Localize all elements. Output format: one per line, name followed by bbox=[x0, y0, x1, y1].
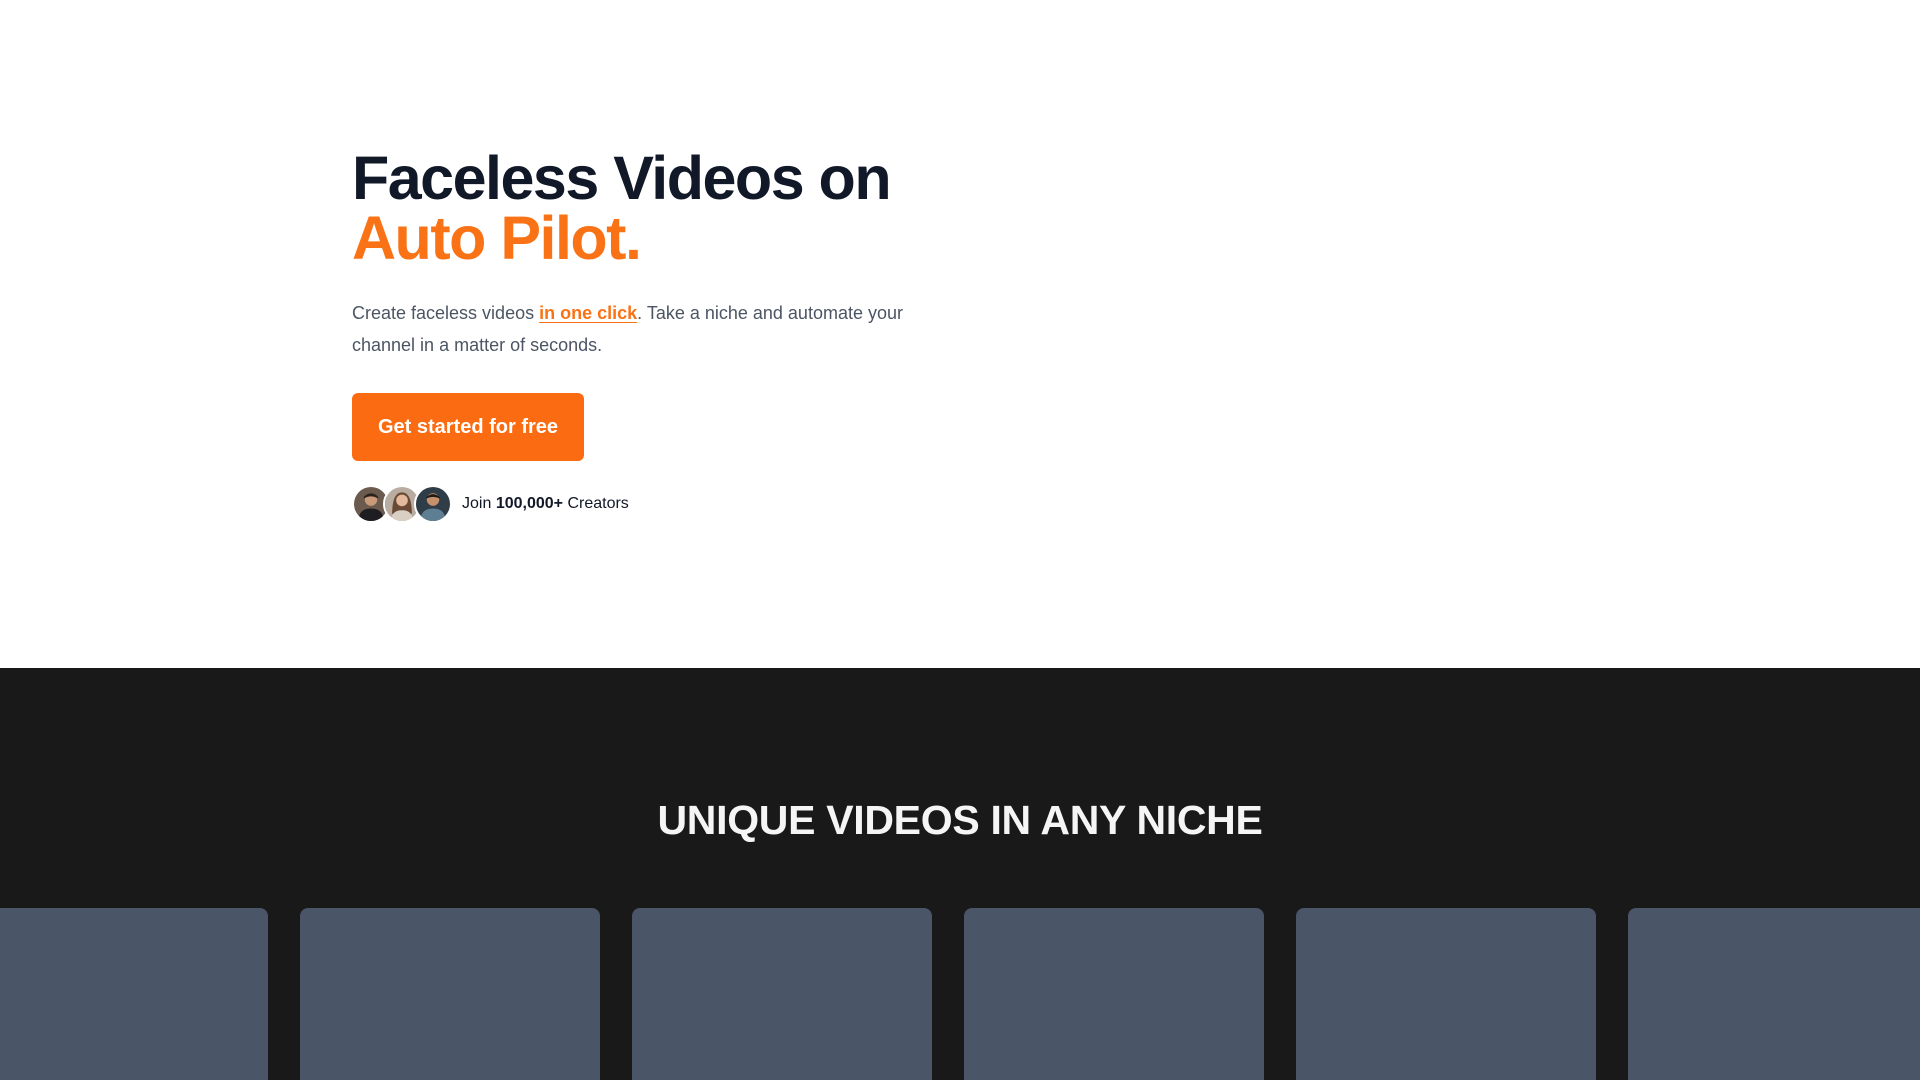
hero-section: Faceless Videos on Auto Pilot. Create fa… bbox=[0, 0, 1920, 668]
niche-section-title: UNIQUE VIDEOS IN ANY NICHE bbox=[657, 797, 1263, 843]
subtext-before: Create faceless videos bbox=[352, 303, 540, 323]
video-card[interactable] bbox=[964, 908, 1264, 1080]
video-card-carousel bbox=[0, 908, 1920, 1080]
social-proof: Join 100,000+ Creators bbox=[352, 485, 972, 523]
headline-line-1: Faceless Videos on bbox=[352, 144, 892, 212]
video-card[interactable] bbox=[1628, 908, 1920, 1080]
video-card[interactable] bbox=[632, 908, 932, 1080]
get-started-button[interactable]: Get started for free bbox=[352, 393, 584, 461]
join-suffix: Creators bbox=[567, 495, 629, 512]
join-creators-text: Join 100,000+ Creators bbox=[462, 495, 629, 513]
in-one-click-link[interactable]: in one click bbox=[539, 303, 637, 323]
video-card[interactable] bbox=[300, 908, 600, 1080]
hero-subtext: Create faceless videos in one click. Tak… bbox=[352, 297, 952, 361]
join-prefix: Join bbox=[462, 495, 492, 512]
video-card[interactable] bbox=[1296, 908, 1596, 1080]
headline-line-2-accent: Auto Pilot. bbox=[352, 204, 642, 272]
hero-content: Faceless Videos on Auto Pilot. Create fa… bbox=[352, 148, 972, 523]
hero-headline: Faceless Videos on Auto Pilot. bbox=[352, 148, 972, 272]
niche-section: UNIQUE VIDEOS IN ANY NICHE bbox=[0, 668, 1920, 1080]
creator-count: 100,000+ bbox=[495, 495, 563, 512]
creator-avatars bbox=[352, 485, 452, 523]
video-card[interactable] bbox=[0, 908, 268, 1080]
avatar-creator-3 bbox=[414, 485, 452, 523]
